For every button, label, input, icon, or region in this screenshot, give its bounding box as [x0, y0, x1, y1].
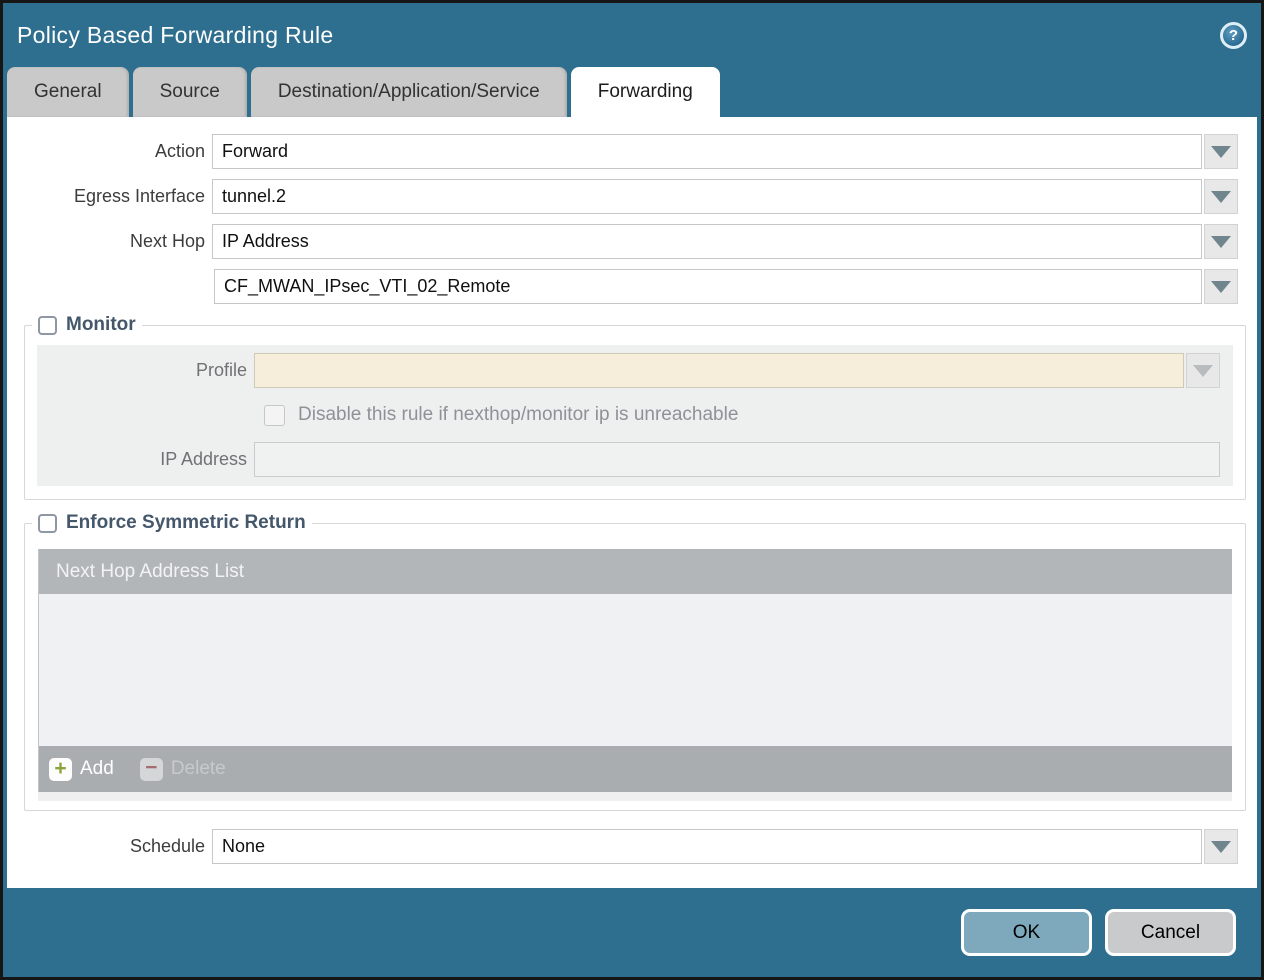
- action-row: Action Forward: [7, 134, 1257, 169]
- profile-label: Profile: [37, 360, 254, 381]
- delete-button-label: Delete: [171, 758, 226, 780]
- next-hop-address-list-table: Next Hop Address List + Add − Delete: [38, 549, 1232, 792]
- next-hop-type-select[interactable]: IP Address: [212, 224, 1202, 259]
- monitor-section: Monitor Profile Disable this rule if nex…: [24, 314, 1246, 500]
- add-icon: +: [49, 758, 72, 781]
- schedule-label: Schedule: [7, 836, 212, 857]
- disable-rule-label: Disable this rule if nexthop/monitor ip …: [298, 404, 738, 426]
- enforce-symmetric-return-section: Enforce Symmetric Return Next Hop Addres…: [24, 512, 1246, 811]
- monitor-ip-address-input: [254, 442, 1220, 477]
- profile-select[interactable]: [254, 353, 1184, 388]
- tab-destination-application-service[interactable]: Destination/Application/Service: [251, 67, 567, 117]
- table-scroll-strip: [38, 792, 1232, 801]
- action-label: Action: [7, 141, 212, 162]
- egress-interface-select[interactable]: tunnel.2: [212, 179, 1202, 214]
- next-hop-row: Next Hop IP Address: [7, 224, 1257, 259]
- enforce-symmetric-return-legend: Enforce Symmetric Return: [32, 512, 312, 534]
- chevron-down-icon: [1211, 146, 1231, 158]
- tab-general[interactable]: General: [7, 67, 129, 117]
- tab-content-forwarding: Action Forward Egress Interface tunnel.2…: [7, 117, 1257, 888]
- chevron-down-icon: [1211, 191, 1231, 203]
- egress-interface-row: Egress Interface tunnel.2: [7, 179, 1257, 214]
- action-select[interactable]: Forward: [212, 134, 1202, 169]
- chevron-down-icon: [1211, 841, 1231, 853]
- chevron-down-icon: [1211, 236, 1231, 248]
- policy-based-forwarding-rule-dialog: Policy Based Forwarding Rule ? General S…: [0, 0, 1264, 980]
- tab-bar: General Source Destination/Application/S…: [3, 67, 1261, 117]
- monitor-ip-address-label: IP Address: [37, 449, 254, 470]
- disable-rule-row: Disable this rule if nexthop/monitor ip …: [264, 404, 1233, 426]
- table-footer: + Add − Delete: [39, 746, 1232, 792]
- next-hop-dropdown-button[interactable]: [1204, 224, 1238, 259]
- table-header-label: Next Hop Address List: [56, 561, 244, 583]
- tab-forwarding[interactable]: Forwarding: [571, 67, 720, 117]
- monitor-panel: Profile Disable this rule if nexthop/mon…: [37, 345, 1233, 486]
- table-body[interactable]: [39, 594, 1232, 746]
- disable-rule-checkbox: [264, 405, 285, 426]
- ok-button[interactable]: OK: [961, 909, 1092, 956]
- monitor-checkbox[interactable]: [38, 316, 57, 335]
- egress-interface-dropdown-button[interactable]: [1204, 179, 1238, 214]
- dialog-footer: OK Cancel: [3, 888, 1261, 977]
- schedule-select[interactable]: None: [212, 829, 1202, 864]
- title-bar: Policy Based Forwarding Rule ?: [3, 3, 1261, 67]
- cancel-button[interactable]: Cancel: [1105, 909, 1236, 956]
- delete-icon: −: [140, 758, 163, 781]
- chevron-down-icon: [1193, 365, 1213, 377]
- enforce-symmetric-return-checkbox[interactable]: [38, 514, 57, 533]
- table-header: Next Hop Address List: [39, 549, 1232, 594]
- add-button-label: Add: [80, 758, 114, 780]
- schedule-dropdown-button[interactable]: [1204, 829, 1238, 864]
- chevron-down-icon: [1211, 281, 1231, 293]
- profile-row: Profile: [37, 353, 1233, 388]
- add-button[interactable]: + Add: [49, 758, 114, 781]
- schedule-row: Schedule None: [7, 829, 1257, 864]
- next-hop-label: Next Hop: [7, 231, 212, 252]
- tab-source[interactable]: Source: [133, 67, 247, 117]
- monitor-ip-address-row: IP Address: [37, 442, 1233, 477]
- delete-button: − Delete: [140, 758, 226, 781]
- enforce-symmetric-return-title: Enforce Symmetric Return: [66, 512, 306, 534]
- monitor-legend: Monitor: [32, 314, 142, 336]
- next-hop-address-select[interactable]: CF_MWAN_IPsec_VTI_02_Remote: [214, 269, 1202, 304]
- egress-interface-label: Egress Interface: [7, 186, 212, 207]
- next-hop-address-row: CF_MWAN_IPsec_VTI_02_Remote: [7, 269, 1257, 304]
- profile-dropdown-button: [1186, 353, 1220, 388]
- monitor-title: Monitor: [66, 314, 136, 336]
- dialog-title: Policy Based Forwarding Rule: [17, 22, 334, 49]
- action-dropdown-button[interactable]: [1204, 134, 1238, 169]
- help-icon[interactable]: ?: [1220, 22, 1247, 49]
- next-hop-address-dropdown-button[interactable]: [1204, 269, 1238, 304]
